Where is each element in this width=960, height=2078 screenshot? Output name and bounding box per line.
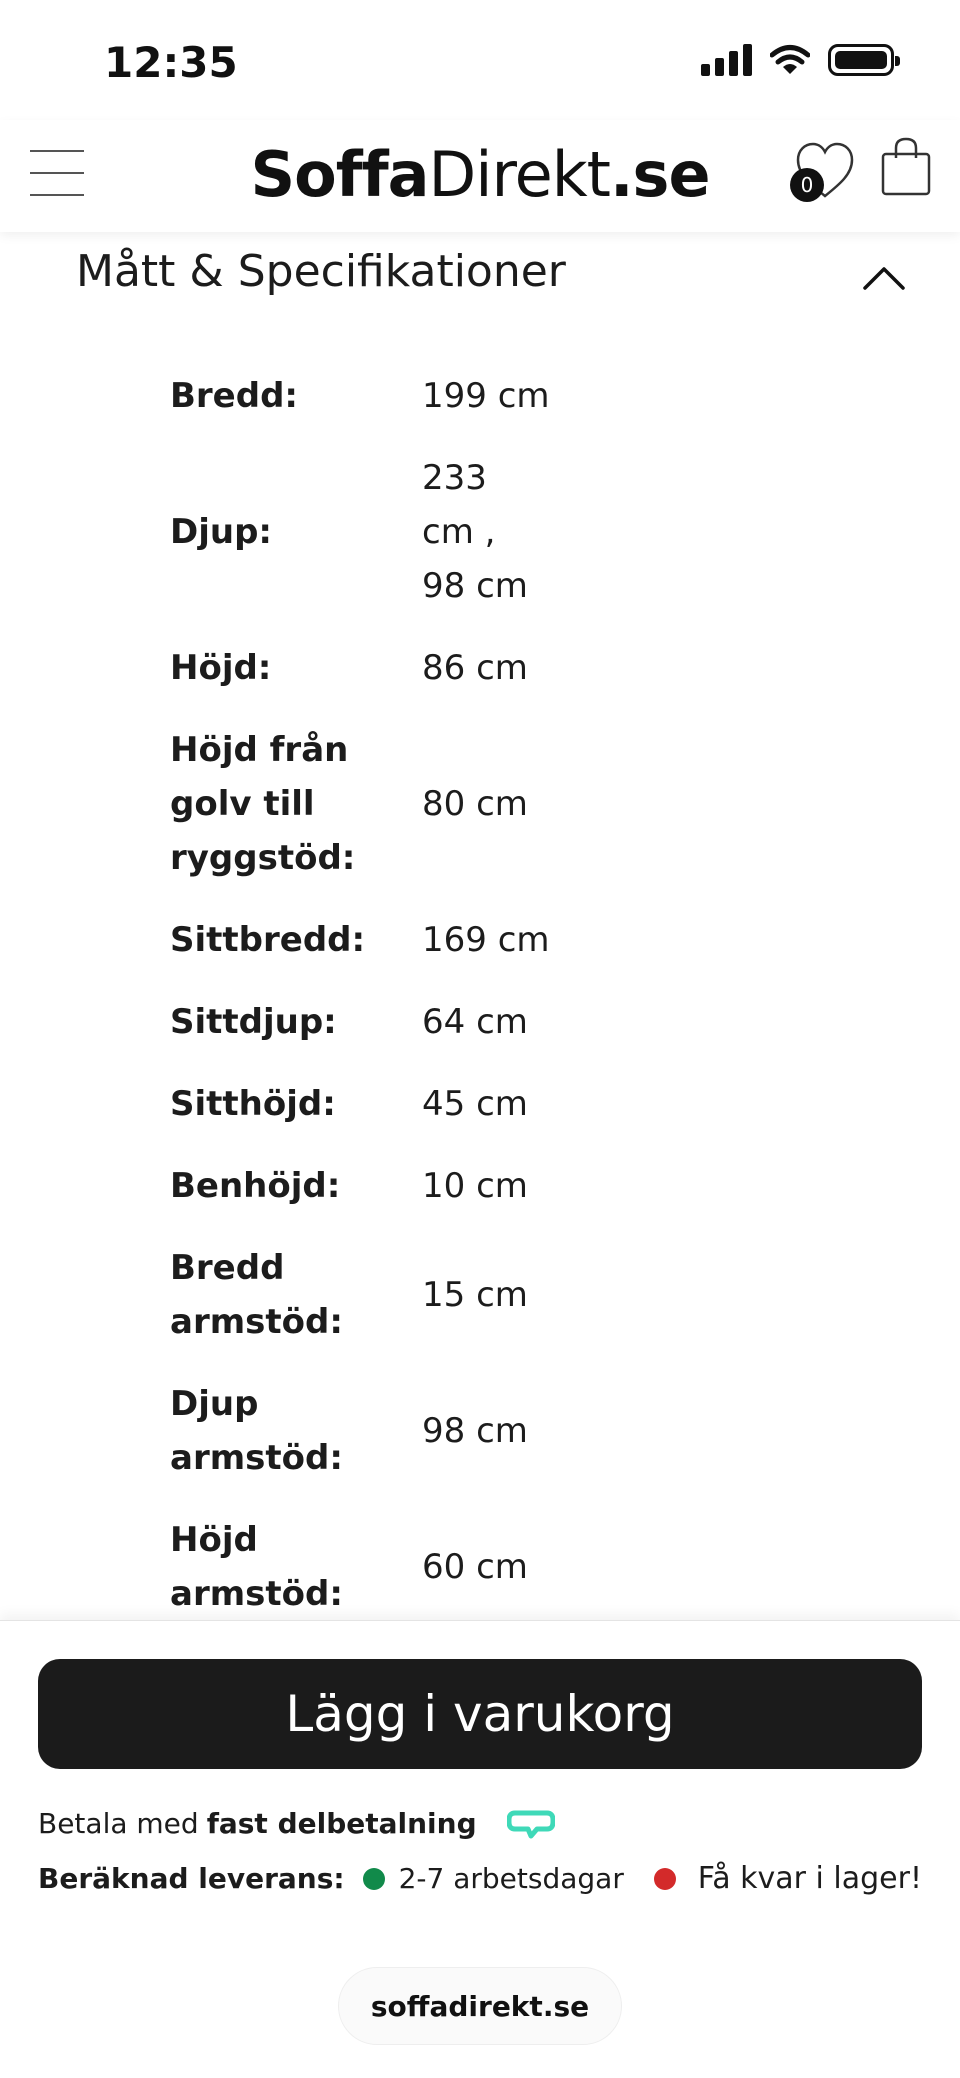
spec-label: Sittbredd: bbox=[170, 920, 366, 960]
spec-label: Djup: bbox=[170, 512, 273, 552]
spec-value: 15 cm bbox=[422, 1275, 528, 1315]
spec-value: 10 cm bbox=[422, 1166, 528, 1206]
spec-label: Höjd från golv till ryggstöd: bbox=[170, 730, 356, 878]
spec-row: Höjd: 86 cm bbox=[170, 627, 790, 709]
spec-value: 64 cm bbox=[422, 1002, 528, 1042]
spec-value: 199 cm bbox=[422, 376, 550, 416]
status-time: 12:35 bbox=[104, 38, 238, 87]
payment-info: Betala med fast delbetalning bbox=[38, 1807, 555, 1840]
spec-label: Bredd: bbox=[170, 376, 299, 416]
spec-row: Sitthöjd: 45 cm bbox=[170, 1063, 790, 1145]
delivery-value: 2-7 arbetsdagar bbox=[398, 1862, 624, 1895]
spec-label: Djup armstöd: bbox=[170, 1384, 343, 1478]
wifi-icon bbox=[770, 45, 810, 74]
site-header: SoffaDirekt.se 0 bbox=[0, 120, 960, 232]
spec-value: 80 cm bbox=[422, 784, 528, 824]
status-bar: 12:35 bbox=[0, 0, 960, 120]
stock-text: Få kvar i lager! bbox=[697, 1861, 922, 1896]
logo-regular: Direkt bbox=[428, 138, 611, 211]
specs-section-title[interactable]: Mått & Specifikationer bbox=[76, 246, 566, 297]
spec-value: 45 cm bbox=[422, 1084, 528, 1124]
shopping-bag-icon[interactable] bbox=[880, 136, 932, 198]
specs-table: Bredd: 199 cm Djup: 233 cm , 98 cm Höjd:… bbox=[170, 355, 790, 1635]
spec-row: Djup: 233 cm , 98 cm bbox=[170, 437, 790, 627]
spec-row: Sittdjup: 64 cm bbox=[170, 981, 790, 1063]
spec-label: Höjd: bbox=[170, 648, 272, 688]
pay-prefix: Betala med bbox=[38, 1807, 199, 1840]
payment-provider-logo-icon bbox=[506, 1810, 555, 1838]
cellular-signal-icon bbox=[701, 44, 752, 76]
spec-label: Benhöjd: bbox=[170, 1166, 341, 1206]
spec-value: 98 cm bbox=[422, 1411, 528, 1451]
battery-icon bbox=[828, 44, 900, 76]
pay-method: fast delbetalning bbox=[206, 1807, 477, 1840]
delivery-info: Beräknad leverans: 2-7 arbetsdagar Få kv… bbox=[38, 1861, 922, 1896]
spec-row: Höjd armstöd: 60 cm bbox=[170, 1499, 790, 1635]
spec-label: Höjd armstöd: bbox=[170, 1520, 343, 1614]
spec-row: Bredd: 199 cm bbox=[170, 355, 790, 437]
spec-row: Höjd från golv till ryggstöd: 80 cm bbox=[170, 709, 790, 899]
spec-row: Sittbredd: 169 cm bbox=[170, 899, 790, 981]
chevron-up-icon[interactable] bbox=[862, 262, 906, 292]
logo-suffix: .se bbox=[609, 138, 711, 211]
status-icons bbox=[701, 44, 900, 76]
spec-row: Benhöjd: 10 cm bbox=[170, 1145, 790, 1227]
spec-value: 86 cm bbox=[422, 648, 528, 688]
spec-label: Sitthöjd: bbox=[170, 1084, 336, 1124]
add-to-cart-button[interactable]: Lägg i varukorg bbox=[38, 1659, 922, 1769]
browser-url-bar[interactable]: soffadirekt.se bbox=[338, 1967, 622, 2045]
delivery-status-dot bbox=[362, 1867, 385, 1890]
delivery-label: Beräknad leverans: bbox=[38, 1862, 345, 1895]
spec-row: Bredd armstöd: 15 cm bbox=[170, 1227, 790, 1363]
wishlist-count-badge: 0 bbox=[790, 168, 824, 202]
spec-value: 60 cm bbox=[422, 1547, 528, 1587]
stock-status: Få kvar i lager! bbox=[653, 1861, 922, 1896]
spec-label: Sittdjup: bbox=[170, 1002, 337, 1042]
sticky-purchase-panel: Lägg i varukorg Betala med fast delbetal… bbox=[0, 1620, 960, 2078]
spec-value: 233 cm , 98 cm bbox=[422, 458, 528, 606]
logo-bold: Soffa bbox=[250, 138, 429, 211]
stock-status-dot bbox=[653, 1867, 676, 1890]
spec-label: Bredd armstöd: bbox=[170, 1248, 343, 1342]
spec-row: Djup armstöd: 98 cm bbox=[170, 1363, 790, 1499]
spec-value: 169 cm bbox=[422, 920, 550, 960]
